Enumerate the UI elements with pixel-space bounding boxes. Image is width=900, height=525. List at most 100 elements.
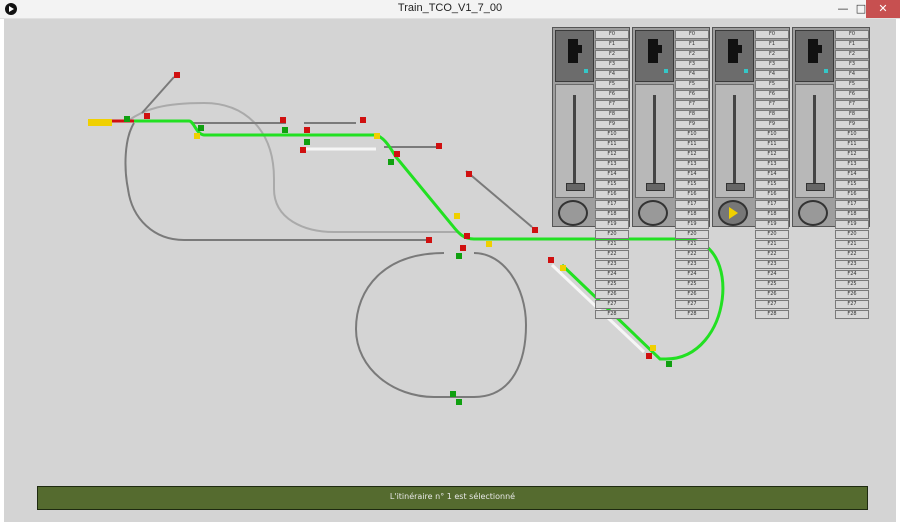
function-button[interactable]: F16 [755, 190, 789, 199]
function-buttons[interactable]: F0 F1 F2 F3 F4 F5 F6 F7 F8 F9 F10 F11 F12 F13 F14 F15 F1… [675, 30, 709, 320]
function-button[interactable]: F12 [835, 150, 869, 159]
function-button[interactable]: F18 [675, 210, 709, 219]
function-button[interactable]: F3 [755, 60, 789, 69]
function-button[interactable]: F6 [595, 90, 629, 99]
function-button[interactable]: F26 [755, 290, 789, 299]
function-button[interactable]: F19 [595, 220, 629, 229]
function-button[interactable]: F13 [675, 160, 709, 169]
train-yellow-icon[interactable] [88, 119, 112, 126]
speed-slider[interactable] [795, 84, 834, 198]
function-button[interactable]: F24 [675, 270, 709, 279]
function-button[interactable]: F25 [675, 280, 709, 289]
function-button[interactable]: F15 [675, 180, 709, 189]
function-button[interactable]: F7 [755, 100, 789, 109]
speed-slider[interactable] [555, 84, 594, 198]
function-button[interactable]: F11 [835, 140, 869, 149]
function-button[interactable]: F21 [835, 240, 869, 249]
function-button[interactable]: F5 [595, 80, 629, 89]
function-button[interactable]: F14 [675, 170, 709, 179]
function-button[interactable]: F20 [835, 230, 869, 239]
function-button[interactable]: F18 [595, 210, 629, 219]
function-button[interactable]: F9 [755, 120, 789, 129]
function-buttons[interactable]: F0 F1 F2 F3 F4 F5 F6 F7 F8 F9 F10 F11 F12 F13 F14 F15 F1… [835, 30, 869, 320]
function-button[interactable]: F1 [835, 40, 869, 49]
function-button[interactable]: F10 [595, 130, 629, 139]
function-button[interactable]: F23 [755, 260, 789, 269]
function-button[interactable]: F7 [835, 100, 869, 109]
function-button[interactable]: F12 [595, 150, 629, 159]
function-button[interactable]: F6 [835, 90, 869, 99]
function-button[interactable]: F15 [835, 180, 869, 189]
function-button[interactable]: F2 [755, 50, 789, 59]
function-button[interactable]: F9 [835, 120, 869, 129]
function-button[interactable]: F8 [675, 110, 709, 119]
function-button[interactable]: F6 [675, 90, 709, 99]
function-button[interactable]: F17 [675, 200, 709, 209]
function-button[interactable]: F0 [675, 30, 709, 39]
slider-knob[interactable] [566, 183, 585, 191]
function-button[interactable]: F26 [675, 290, 709, 299]
function-button[interactable]: F19 [835, 220, 869, 229]
function-button[interactable]: F5 [835, 80, 869, 89]
function-button[interactable]: F14 [755, 170, 789, 179]
speed-slider[interactable] [715, 84, 754, 198]
function-button[interactable]: F16 [675, 190, 709, 199]
function-button[interactable]: F10 [755, 130, 789, 139]
function-button[interactable]: F25 [595, 280, 629, 289]
function-button[interactable]: F28 [675, 310, 709, 319]
function-button[interactable]: F14 [835, 170, 869, 179]
function-button[interactable]: F23 [835, 260, 869, 269]
function-button[interactable]: F4 [835, 70, 869, 79]
function-button[interactable]: F9 [595, 120, 629, 129]
throttle-2[interactable]: F0 F1 F2 F3 F4 F5 F6 F7 F8 F9 F10 F11 F12 F13 F14 F15 F1… [632, 27, 710, 319]
function-button[interactable]: F15 [755, 180, 789, 189]
slider-knob[interactable] [726, 183, 745, 191]
function-button[interactable]: F11 [595, 140, 629, 149]
function-button[interactable]: F15 [595, 180, 629, 189]
function-buttons[interactable]: F0 F1 F2 F3 F4 F5 F6 F7 F8 F9 F10 F11 F12 F13 F14 F15 F1… [595, 30, 629, 320]
function-button[interactable]: F27 [755, 300, 789, 309]
function-button[interactable]: F8 [755, 110, 789, 119]
function-button[interactable]: F28 [595, 310, 629, 319]
function-button[interactable]: F25 [755, 280, 789, 289]
function-button[interactable]: F0 [835, 30, 869, 39]
function-button[interactable]: F12 [755, 150, 789, 159]
direction-dial[interactable] [638, 200, 668, 226]
function-button[interactable]: F13 [595, 160, 629, 169]
function-button[interactable]: F26 [595, 290, 629, 299]
function-button[interactable]: F24 [755, 270, 789, 279]
function-button[interactable]: F1 [755, 40, 789, 49]
function-button[interactable]: F24 [835, 270, 869, 279]
function-button[interactable]: F27 [835, 300, 869, 309]
function-button[interactable]: F8 [835, 110, 869, 119]
function-button[interactable]: F20 [595, 230, 629, 239]
function-button[interactable]: F21 [675, 240, 709, 249]
slider-knob[interactable] [646, 183, 665, 191]
function-button[interactable]: F22 [595, 250, 629, 259]
function-button[interactable]: F14 [595, 170, 629, 179]
function-button[interactable]: F23 [595, 260, 629, 269]
function-button[interactable]: F18 [835, 210, 869, 219]
function-button[interactable]: F27 [675, 300, 709, 309]
function-button[interactable]: F7 [595, 100, 629, 109]
function-button[interactable]: F19 [675, 220, 709, 229]
function-button[interactable]: F5 [675, 80, 709, 89]
function-button[interactable]: F11 [675, 140, 709, 149]
function-button[interactable]: F10 [675, 130, 709, 139]
function-button[interactable]: F3 [675, 60, 709, 69]
speed-slider[interactable] [635, 84, 674, 198]
throttle-3[interactable]: F0 F1 F2 F3 F4 F5 F6 F7 F8 F9 F10 F11 F12 F13 F14 F15 F1… [712, 27, 790, 319]
function-button[interactable]: F5 [755, 80, 789, 89]
function-button[interactable]: F23 [675, 260, 709, 269]
function-button[interactable]: F1 [675, 40, 709, 49]
function-button[interactable]: F18 [755, 210, 789, 219]
function-button[interactable]: F11 [755, 140, 789, 149]
function-button[interactable]: F16 [595, 190, 629, 199]
function-button[interactable]: F12 [675, 150, 709, 159]
function-button[interactable]: F20 [675, 230, 709, 239]
function-button[interactable]: F21 [595, 240, 629, 249]
function-button[interactable]: F17 [755, 200, 789, 209]
function-button[interactable]: F2 [835, 50, 869, 59]
function-button[interactable]: F3 [835, 60, 869, 69]
function-button[interactable]: F6 [755, 90, 789, 99]
